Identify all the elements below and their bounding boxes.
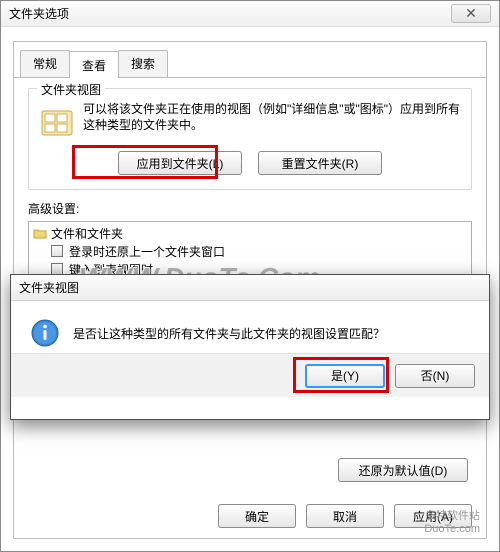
folder-views-icon bbox=[39, 105, 75, 141]
advanced-settings-label: 高级设置: bbox=[28, 200, 472, 217]
checkbox-icon[interactable] bbox=[51, 245, 63, 257]
annotation-apply-to-folders bbox=[72, 145, 218, 179]
tab-general[interactable]: 常规 bbox=[20, 50, 70, 77]
tab-strip: 常规 查看 搜索 bbox=[14, 42, 486, 78]
tab-search[interactable]: 搜索 bbox=[118, 50, 168, 77]
cancel-button[interactable]: 取消 bbox=[306, 504, 384, 528]
reset-folders-button[interactable]: 重置文件夹(R) bbox=[258, 151, 382, 175]
corner-watermark: 多特软件站 DuoTe.com bbox=[424, 510, 480, 536]
confirm-message: 是否让这种类型的所有文件夹与此文件夹的视图设置匹配？ bbox=[73, 325, 385, 342]
parent-title-bar: 文件夹选项 ✕ bbox=[1, 1, 499, 27]
annotation-yes bbox=[293, 357, 389, 393]
confirm-dialog: 文件夹视图 是否让这种类型的所有文件夹与此文件夹的视图设置匹配？ 是(Y) 否(… bbox=[10, 274, 490, 420]
folder-icon bbox=[33, 227, 47, 239]
no-button[interactable]: 否(N) bbox=[395, 364, 475, 388]
info-icon bbox=[29, 317, 61, 349]
tab-view[interactable]: 查看 bbox=[69, 51, 119, 78]
confirm-title: 文件夹视图 bbox=[19, 279, 79, 296]
tree-item[interactable]: 登录时还原上一个文件夹窗口 bbox=[69, 243, 225, 260]
folder-view-description: 可以将该文件夹正在使用的视图（例如"详细信息"或"图标"）应用到所有这种类型的文… bbox=[83, 101, 461, 133]
tree-root: 文件和文件夹 bbox=[51, 225, 123, 242]
confirm-title-bar: 文件夹视图 bbox=[11, 275, 489, 301]
group-folder-view: 文件夹视图 可以将该文件夹正在使用的视图（例如"详细信息"或"图标"）应用到所有… bbox=[28, 88, 472, 190]
restore-defaults-button[interactable]: 还原为默认值(D) bbox=[338, 458, 468, 482]
close-icon[interactable]: ✕ bbox=[451, 4, 491, 23]
parent-title: 文件夹选项 bbox=[9, 5, 69, 22]
ok-button[interactable]: 确定 bbox=[218, 504, 296, 528]
group-folder-view-title: 文件夹视图 bbox=[37, 81, 105, 98]
